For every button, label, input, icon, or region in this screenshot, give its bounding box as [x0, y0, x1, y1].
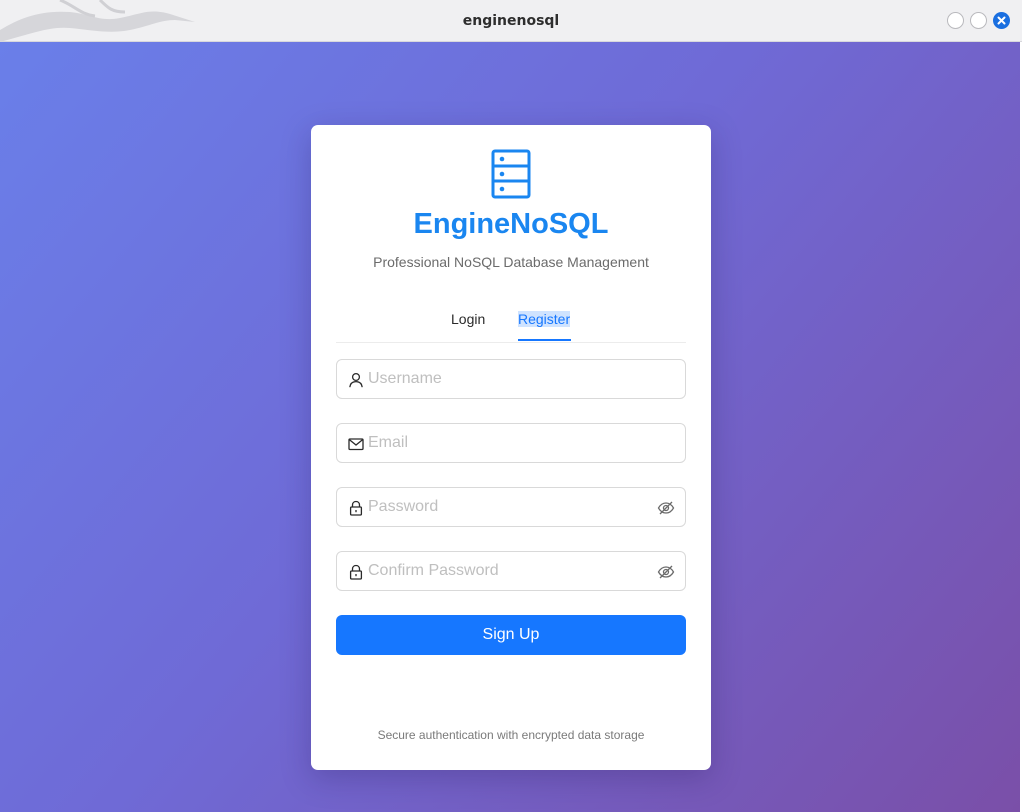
username-field[interactable] — [336, 359, 686, 399]
app-background: EngineNoSQL Professional NoSQL Database … — [0, 42, 1022, 812]
tab-login[interactable]: Login — [451, 311, 485, 327]
maximize-button[interactable] — [970, 12, 987, 29]
sign-up-button[interactable]: Sign Up — [336, 615, 686, 655]
lock-icon — [349, 500, 363, 516]
lock-icon — [349, 564, 363, 580]
close-button[interactable] — [993, 12, 1010, 29]
eye-invisible-icon[interactable] — [657, 563, 675, 581]
confirm-password-field[interactable] — [336, 551, 686, 591]
active-tab-indicator — [518, 339, 571, 341]
minimize-button[interactable] — [947, 12, 964, 29]
tab-login-label: Login — [451, 311, 486, 327]
brand-title: EngineNoSQL — [413, 208, 609, 240]
password-field[interactable] — [336, 487, 686, 527]
auth-tabs: Login Register — [336, 301, 686, 343]
username-input[interactable] — [368, 361, 648, 397]
tab-register-label: Register — [518, 311, 571, 327]
auth-card: EngineNoSQL Professional NoSQL Database … — [311, 125, 711, 770]
mail-icon — [348, 438, 364, 451]
email-input[interactable] — [368, 425, 648, 461]
window-title: enginenosql — [462, 13, 560, 29]
password-input[interactable] — [368, 489, 648, 525]
security-note: Secure authentication with encrypted dat… — [377, 728, 645, 742]
tab-register[interactable]: Register — [518, 311, 571, 327]
user-icon — [349, 372, 363, 388]
confirm-password-input[interactable] — [368, 553, 648, 589]
email-field[interactable] — [336, 423, 686, 463]
server-icon — [491, 149, 531, 199]
close-icon — [997, 16, 1006, 25]
eye-invisible-icon[interactable] — [657, 499, 675, 517]
window-titlebar: enginenosql — [0, 0, 1022, 42]
brand-tagline: Professional NoSQL Database Management — [373, 254, 649, 270]
